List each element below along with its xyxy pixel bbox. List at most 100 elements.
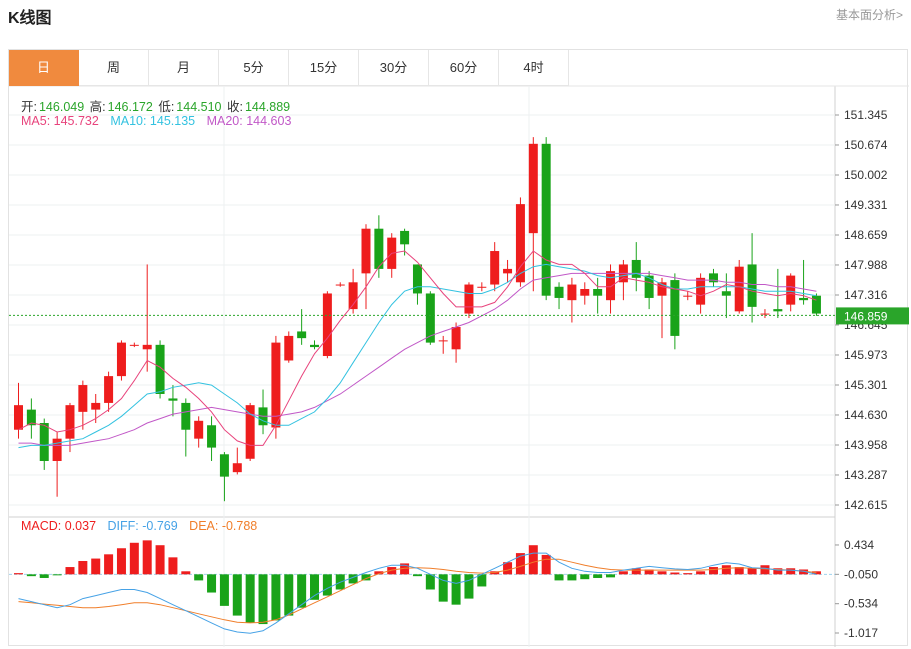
tab-5[interactable]: 30分 [359,50,429,86]
candle-body [593,289,603,296]
candle-body [721,291,731,296]
candle-body [181,402,191,430]
macd-bar [464,574,474,599]
tab-2[interactable]: 月 [149,50,219,86]
macd-bar [52,574,62,576]
period-tabs: 日周月 5分 15分 30分 60分 4时 [9,50,569,86]
candle-body [696,277,706,305]
high-label: 高: [89,100,106,114]
candle-body [606,271,616,301]
candle-body [567,284,577,301]
macd-tick-label: -1.017 [844,626,878,640]
current-price-label: 146.859 [844,309,888,323]
candle-body [78,385,88,412]
tab-6[interactable]: 60分 [429,50,499,86]
low-value: 144.510 [176,100,222,114]
candle-body [811,295,821,314]
macd-bar [129,542,139,575]
y-tick-label: 147.316 [844,288,888,302]
page-title: K线图 [8,10,52,27]
candle-body [515,204,525,283]
candle-body [451,326,461,350]
macd-bar [554,574,564,581]
macd-bar [116,548,126,575]
candle-body [464,284,474,314]
candle-body [65,405,75,439]
candle-body [747,264,757,307]
ma20-label: MA20: 144.603 [206,114,292,128]
macd-bar [760,565,770,575]
macd-bar [425,574,435,590]
kline-chart: 151.345 150.674 150.002 149.331 148.659 147.9… [9,85,909,647]
ma5-label: MA5: 145.732 [21,114,99,128]
candle-body [541,143,551,296]
macd-bar [721,565,731,575]
candle-body [116,342,126,377]
candle-body [14,405,23,430]
candle-body [142,344,152,350]
macd-bar [618,571,628,575]
fundamental-analysis-link[interactable]: 基本面分析> [836,6,903,23]
candle-body [219,454,229,477]
candle-body [284,335,294,361]
macd-bar [207,574,217,593]
y-tick-label: 145.301 [844,378,888,392]
macd-bar [91,558,101,575]
candle-body [773,309,783,312]
macd-bar [606,574,616,578]
macd-tick-label: -0.534 [844,597,878,611]
candle-body [104,376,114,403]
candle-body [683,295,693,297]
ma10-label: MA10: 145.135 [110,114,196,128]
tab-0[interactable]: 日 [9,50,79,86]
y-tick-label: 143.958 [844,438,888,452]
y-tick-label: 143.287 [844,468,888,482]
macd-bar [65,567,75,575]
macd-bar [580,574,590,580]
macd-bar [670,572,680,575]
y-tick-label: 149.331 [844,198,888,212]
macd-bar [541,554,551,575]
ma-readout: MA5: 145.732 MA10: 145.135 MA20: 144.603 [21,114,291,128]
macd-bar [567,574,577,581]
close-value: 144.889 [244,100,291,114]
macd-bar [14,573,23,575]
macd-bar [708,567,718,575]
macd-tick-label: 0.434 [844,538,874,552]
candle-body [168,398,178,401]
tab-3[interactable]: 5分 [219,50,289,86]
candle-body [39,423,49,461]
candle-body [503,268,513,274]
candle-body [271,342,281,428]
macd-bar [271,574,281,621]
macd-bar [194,574,204,581]
macd-bar [26,574,36,577]
macd-bar [39,574,49,578]
tab-1[interactable]: 周 [79,50,149,86]
tab-4[interactable]: 15分 [289,50,359,86]
ohlc-readout: 开: 146.049 高: 146.172 低: 144.510 收: 144.889 [21,96,292,115]
candle-body [760,313,770,315]
macd-bar [412,574,422,577]
candle-body [361,228,371,274]
macd-bar [104,554,114,575]
candle-body [297,331,307,339]
high-value: 146.172 [107,100,153,114]
candle-body [400,230,410,245]
candle-body [528,143,538,234]
candle-body [477,286,487,288]
macd-bar [593,574,603,578]
y-tick-label: 151.345 [844,108,888,122]
candle-body [232,463,242,473]
macd-bar [786,568,796,575]
candle-body [129,344,139,346]
y-tick-label: 150.002 [844,168,888,182]
macd-bar [142,540,152,575]
tab-7[interactable]: 4时 [499,50,569,86]
y-tick-label: 145.973 [844,348,888,362]
macd-bar [219,574,229,606]
macd-bar [181,571,191,575]
low-label: 低: [158,100,175,114]
macd-bar [232,574,242,616]
diff-label: DIFF: -0.769 [107,519,178,533]
